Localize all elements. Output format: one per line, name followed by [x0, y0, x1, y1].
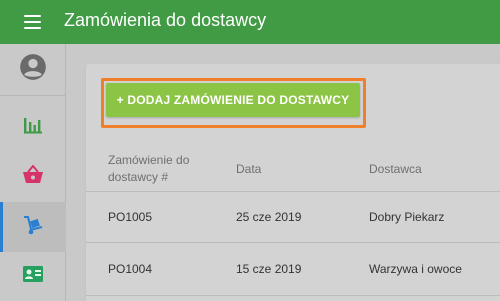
sidebar-item-reports[interactable] — [0, 101, 66, 153]
column-header-order-number[interactable]: Zamówienie do dostawcy # — [108, 152, 208, 186]
page-title: Zamówienia do dostawcy — [64, 10, 267, 30]
order-number-cell: PO1005 — [108, 210, 153, 224]
contact-card-icon — [22, 265, 44, 288]
active-indicator — [0, 202, 3, 252]
add-supplier-order-button[interactable]: + DODAJ ZAMÓWIENIE DO DOSTAWCY — [106, 83, 360, 117]
orders-card: + DODAJ ZAMÓWIENIE DO DOSTAWCY Zamówieni… — [86, 64, 500, 301]
bar-chart-icon — [23, 116, 43, 139]
divider — [86, 295, 500, 296]
column-header-supplier[interactable]: Dostawca — [369, 161, 422, 178]
sidebar-item-account[interactable] — [0, 44, 66, 96]
supplier-cell: Dobry Piekarz — [369, 210, 445, 224]
order-date-cell: 25 cze 2019 — [236, 210, 302, 224]
main-content: + DODAJ ZAMÓWIENIE DO DOSTAWCY Zamówieni… — [66, 44, 500, 301]
sidebar-item-supplier-orders[interactable] — [0, 202, 66, 252]
divider — [86, 191, 500, 192]
column-header-date[interactable]: Data — [236, 161, 261, 178]
order-date-cell: 15 cze 2019 — [236, 262, 302, 276]
supplier-cell: Warzywa i owoce — [369, 262, 462, 276]
sidebar — [0, 44, 66, 301]
account-circle-icon — [19, 53, 47, 86]
sidebar-item-contacts[interactable] — [0, 254, 66, 298]
sidebar-item-sales[interactable] — [0, 151, 66, 203]
order-number-cell: PO1004 — [108, 262, 153, 276]
basket-icon — [22, 163, 44, 190]
app-bar: Zamówienia do dostawcy — [0, 0, 500, 44]
divider — [86, 242, 500, 243]
hand-truck-icon — [22, 214, 44, 241]
menu-icon[interactable] — [24, 15, 41, 29]
